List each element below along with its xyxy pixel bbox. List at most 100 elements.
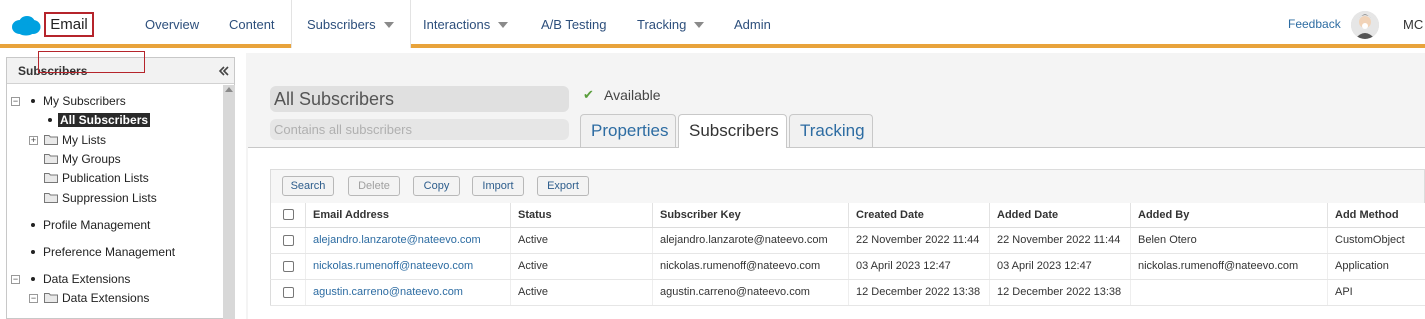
tree-item-data-extensions[interactable]: Data Extensions <box>31 270 130 288</box>
nav-content[interactable]: Content <box>229 0 275 46</box>
tab-tracking[interactable]: Tracking <box>789 114 873 147</box>
table-header-row: Email Address Status Subscriber Key Crea… <box>270 203 1425 228</box>
collapse-tree-icon[interactable]: − <box>11 275 20 284</box>
tree-item-label: Publication Lists <box>62 171 149 185</box>
nav-admin-label: Admin <box>734 17 771 32</box>
row-select-cell[interactable] <box>270 253 306 280</box>
salesforce-cloud-logo[interactable] <box>11 15 41 36</box>
tree-item-data-extensions-folder[interactable]: Data Extensions <box>44 289 149 307</box>
nav-tracking[interactable]: Tracking <box>637 0 705 46</box>
bullet-icon <box>31 222 35 227</box>
nav-overview-label: Overview <box>145 17 200 32</box>
bullet-icon <box>31 276 35 281</box>
nav-content-label: Content <box>229 17 275 32</box>
row-checkbox[interactable] <box>283 286 294 298</box>
list-name-field[interactable]: All Subscribers <box>270 86 569 112</box>
panel-scrollbar[interactable] <box>223 85 235 319</box>
tree-item-label: Suppression Lists <box>62 191 157 205</box>
column-header-add-method[interactable]: Add Method <box>1327 203 1425 228</box>
collapse-panel-icon[interactable] <box>218 65 230 77</box>
select-all-cell[interactable] <box>270 203 306 228</box>
delete-button[interactable]: Delete <box>348 176 400 196</box>
tree-item-my-subscribers[interactable]: My Subscribers <box>31 92 126 110</box>
avatar[interactable] <box>1351 11 1379 39</box>
email-cell[interactable]: nickolas.rumenoff@nateevo.com <box>305 253 511 280</box>
collapse-tree-icon[interactable]: − <box>11 97 20 106</box>
nav-subscribers[interactable]: Subscribers <box>291 0 411 48</box>
list-description-field[interactable]: Contains all subscribers <box>270 119 569 140</box>
scroll-up-icon[interactable] <box>225 87 233 92</box>
add-method-cell: Application <box>1327 253 1425 280</box>
add-method-cell: CustomObject <box>1327 227 1425 254</box>
added-by-cell <box>1130 279 1328 306</box>
added-by-cell: nickolas.rumenoff@nateevo.com <box>1130 253 1328 280</box>
checkmark-icon: ✔ <box>583 87 594 102</box>
table-row[interactable]: agustin.carreno@nateevo.com Active agust… <box>270 279 1425 306</box>
tree-item-my-groups[interactable]: My Groups <box>44 150 121 168</box>
user-menu[interactable]: MC <box>1403 0 1423 49</box>
nav-admin[interactable]: Admin <box>734 0 771 46</box>
added-by-cell: Belen Otero <box>1130 227 1328 254</box>
subscriber-key-cell: nickolas.rumenoff@nateevo.com <box>652 253 849 280</box>
tree-item-label: My Subscribers <box>43 94 126 108</box>
table-row[interactable]: nickolas.rumenoff@nateevo.com Active nic… <box>270 253 1425 280</box>
tree-item-all-subscribers[interactable]: All Subscribers <box>48 111 151 129</box>
row-select-cell[interactable] <box>270 279 306 306</box>
export-button[interactable]: Export <box>537 176 589 196</box>
user-avatar-icon <box>1351 11 1379 39</box>
created-date-cell: 22 November 2022 11:44 <box>848 227 990 254</box>
bullet-icon <box>31 98 35 103</box>
nav-overview[interactable]: Overview <box>145 0 199 46</box>
status-label: Available <box>604 87 661 103</box>
nav-interactions[interactable]: Interactions <box>423 0 509 46</box>
tree-item-publication-lists[interactable]: Publication Lists <box>44 169 149 187</box>
import-button[interactable]: Import <box>472 176 524 196</box>
folder-icon <box>44 154 58 165</box>
folder-icon <box>44 293 58 304</box>
app-name[interactable]: Email <box>44 12 94 37</box>
tree-item-label: Profile Management <box>43 218 151 232</box>
tree-item-label: Data Extensions <box>43 272 131 286</box>
nav-ab-testing[interactable]: A/B Testing <box>541 0 607 46</box>
column-header-added-date[interactable]: Added Date <box>989 203 1131 228</box>
row-checkbox[interactable] <box>283 260 294 272</box>
created-date-cell: 03 April 2023 12:47 <box>848 253 990 280</box>
collapse-tree-icon[interactable]: − <box>29 294 38 303</box>
column-header-created-date[interactable]: Created Date <box>848 203 990 228</box>
nav-ab-testing-label: A/B Testing <box>541 17 607 32</box>
tab-label: Properties <box>591 121 669 140</box>
bullet-icon <box>48 117 52 122</box>
tree-item-preference-management[interactable]: Preference Management <box>31 243 175 261</box>
tree-item-label: My Groups <box>62 152 121 166</box>
nav-subscribers-label: Subscribers <box>307 17 376 32</box>
subscriber-key-cell: alejandro.lanzarote@nateevo.com <box>652 227 849 254</box>
row-select-cell[interactable] <box>270 227 306 254</box>
search-button[interactable]: Search <box>282 176 334 196</box>
tree-item-profile-management[interactable]: Profile Management <box>31 216 150 234</box>
copy-button[interactable]: Copy <box>413 176 460 196</box>
table-row[interactable]: alejandro.lanzarote@nateevo.com Active a… <box>270 227 1425 254</box>
column-header-status[interactable]: Status <box>510 203 653 228</box>
email-cell[interactable]: alejandro.lanzarote@nateevo.com <box>305 227 511 254</box>
add-method-cell: API <box>1327 279 1425 306</box>
tree-item-my-lists[interactable]: My Lists <box>44 131 106 149</box>
folder-icon <box>44 135 58 146</box>
tree-item-suppression-lists[interactable]: Suppression Lists <box>44 189 157 207</box>
tab-properties[interactable]: Properties <box>580 114 676 147</box>
bullet-icon <box>31 249 35 254</box>
nav-interactions-label: Interactions <box>423 17 491 32</box>
row-checkbox[interactable] <box>283 234 294 246</box>
column-header-email[interactable]: Email Address <box>305 203 511 228</box>
column-header-added-by[interactable]: Added By <box>1130 203 1328 228</box>
feedback-link[interactable]: Feedback <box>1288 0 1341 49</box>
subscriber-key-cell: agustin.carreno@nateevo.com <box>652 279 849 306</box>
select-all-checkbox[interactable] <box>283 209 294 221</box>
expand-tree-icon[interactable]: + <box>29 136 38 145</box>
chevron-down-icon <box>498 21 509 28</box>
folder-icon <box>44 193 58 204</box>
column-header-subscriber-key[interactable]: Subscriber Key <box>652 203 849 228</box>
email-cell[interactable]: agustin.carreno@nateevo.com <box>305 279 511 306</box>
added-date-cell: 22 November 2022 11:44 <box>989 227 1131 254</box>
highlight-box <box>38 51 145 73</box>
tab-subscribers[interactable]: Subscribers <box>678 114 787 148</box>
